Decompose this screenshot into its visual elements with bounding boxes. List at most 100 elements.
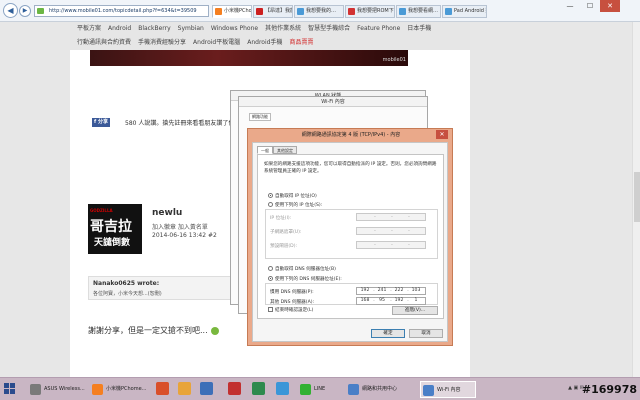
preferred-dns-field[interactable]: 192 . 241 . 222 . 103 [356,287,426,295]
taskbar-app-icon[interactable] [228,382,241,395]
taskbar-item[interactable]: LINE [298,381,338,398]
taskbar-item[interactable]: ASUS Wireless... [28,381,86,398]
browser-tab[interactable]: 我想要把ROM下… [345,5,395,18]
radio-unselected-icon [268,202,273,207]
reply-body: 謝謝分享，但是一定又搶不到吧... [88,326,208,335]
browser-toolbar: ◀ ▶ http://www.mobile01.com/topicdetail.… [0,0,640,22]
tab-favicon-icon [256,8,263,15]
preferred-dns-octet-2[interactable]: 241 [375,288,389,294]
taskbar-item-label: 網路和共用中心 [362,386,398,392]
browser-tab[interactable]: Pad Android 點… [442,5,487,18]
smiley-emoticon-icon [210,326,219,335]
forum-menu-link[interactable]: 日本手機 [407,25,431,32]
forum-menu-link[interactable]: 平板方案 [77,25,101,32]
browser-tab[interactable]: 【昂達】我能… [253,5,293,18]
alternate-dns-octet-3[interactable]: 192 [392,298,406,304]
manual-dns-radio[interactable]: 使用下列的 DNS 伺服器位址(E): [268,276,342,282]
facebook-share-button[interactable]: f 分享 [92,118,110,127]
app-icon [300,384,311,395]
taskbar-app-icon[interactable] [276,382,289,395]
tab-favicon-icon [215,8,222,15]
taskbar-item[interactable]: 網路和共用中心 [346,381,414,398]
auto-ip-radio[interactable]: 自動取得 IP 位址(O) [268,193,317,199]
browser-tab[interactable]: 我想要我的… [294,5,344,18]
tab-general[interactable]: 一般 [257,146,273,154]
browser-tab[interactable]: 我想要看網… [396,5,441,18]
taskbar-item[interactable]: Wi-Fi 內容 [420,381,476,398]
preferred-dns-label: 慣用 DNS 伺服器(P): [270,290,314,295]
ok-button[interactable]: 確定 [371,329,405,338]
page-scrollbar[interactable] [632,22,640,377]
dialog-close-button[interactable]: ✕ [436,130,448,139]
advanced-button[interactable]: 進階(V)... [392,306,438,315]
taskbar-item-label: ASUS Wireless... [44,386,85,392]
minimize-button[interactable]: — [560,0,580,12]
user-meta-links[interactable]: 加入徽章 加入黃名單 [152,222,208,231]
forum-menu-link[interactable]: Symbian [178,25,204,32]
browser-tab[interactable]: 小米機PChome生… [212,5,252,18]
taskbar-app-icon[interactable] [252,382,265,395]
alternate-dns-octet-4[interactable]: 1 [409,298,423,304]
maximize-button[interactable]: ☐ [580,0,600,12]
alternate-dns-octet-2[interactable]: 95 [375,298,389,304]
forum-menu-row-1: 平板方案 Android BlackBerry Symbian Windows Phon… [70,22,470,36]
dialog-description: 如果您的網路支援這項功能，您可以取得自動指派的 IP 設定。否則，您必須詢問網路… [264,162,437,174]
default-gateway-label: 預設閘道(D): [270,244,298,249]
auto-dns-radio[interactable]: 自動取得 DNS 伺服器位址(B) [268,266,336,272]
taskbar-app-icon[interactable] [200,382,213,395]
taskbar-app-icon[interactable] [178,382,191,395]
avatar-caption: GODZILLA [90,208,113,213]
app-icon [92,384,103,395]
tab-favicon-icon [445,8,452,15]
wifi-properties-title: Wi-Fi 內容 [239,97,427,107]
cancel-button[interactable]: 取消 [409,329,443,338]
post-username[interactable]: newlu [152,208,182,218]
tab-label: 我想要把ROM下… [357,8,395,14]
taskbar-app-icon[interactable] [156,382,169,395]
start-button[interactable] [4,383,16,395]
forum-menu-link[interactable]: Android平板電腦 [193,39,240,46]
app-icon [348,384,359,395]
facebook-like-text: 580 人說讚。搶先註冊來看看朋友讚了什麼。 [125,120,247,127]
manual-ip-radio[interactable]: 使用下列的 IP 位址(S): [268,202,322,208]
forum-menu-link[interactable]: Feature Phone [357,25,400,32]
radio-selected-icon [268,193,273,198]
forward-button[interactable]: ▶ [19,5,31,17]
dialog-body: 一般 其他設定 如果您的網路支援這項功能，您可以取得自動指派的 IP 設定。否則… [252,142,448,342]
forum-menu-link[interactable]: 商品賣賣 [289,39,313,46]
validate-settings-label: 結束時確認設定(L) [275,308,314,313]
forum-menu-link[interactable]: BlackBerry [138,25,170,32]
dialog-title: 網際網路通訊協定第 4 版 (TCP/IPv4) - 內容 [301,132,401,138]
forum-menu-link[interactable]: 手機消費經驗分享 [138,39,186,46]
preferred-dns-octet-1[interactable]: 192 [358,288,372,294]
scroll-thumb[interactable] [634,172,640,222]
tab-alternate-configuration[interactable]: 其他設定 [273,146,297,154]
ad-banner[interactable]: mobile01 [90,50,408,66]
alternate-dns-octet-1[interactable]: 168 [358,298,372,304]
post-date: 2014-06-16 13:42 #2 [152,232,217,239]
app-icon [423,385,434,396]
address-bar[interactable]: http://www.mobile01.com/topicdetail.php?… [34,5,209,17]
taskbar-item[interactable]: 小米機PChome... [90,381,150,398]
forum-menu-link[interactable]: 行動通訊與合約資費 [77,39,131,46]
alternate-dns-field[interactable]: 168 . 95 . 192 . 1 [356,297,426,305]
forum-menu-link[interactable]: 智慧型手機綜合 [308,25,350,32]
tab-favicon-icon [297,8,304,15]
tab-label: Pad Android 點… [454,8,486,14]
close-window-button[interactable]: ✕ [600,0,620,12]
quote-text: 各位阿寶，小米今天想...(恕刪) [93,291,162,297]
wifi-networking-tab[interactable]: 網路功能 [249,113,271,121]
ip-address-label: IP 位址(I): [270,216,292,221]
forum-menu-link[interactable]: Windows Phone [211,25,258,32]
validate-settings-checkbox[interactable]: 結束時確認設定(L) [268,307,313,313]
preferred-dns-octet-3[interactable]: 222 [392,288,406,294]
taskbar-item-label: LINE [314,386,326,392]
preferred-dns-octet-4[interactable]: 103 [409,288,423,294]
checkbox-icon [268,307,273,312]
forum-menu-link[interactable]: Android手機 [247,39,282,46]
forum-menu-link[interactable]: 其他作業系統 [265,25,301,32]
forum-menu-link[interactable]: Android [108,25,131,32]
user-avatar[interactable]: GODZILLA 哥吉拉 天譴倒數 [88,204,142,254]
back-button[interactable]: ◀ [3,3,18,18]
avatar-subtitle: 天譴倒數 [94,238,131,248]
